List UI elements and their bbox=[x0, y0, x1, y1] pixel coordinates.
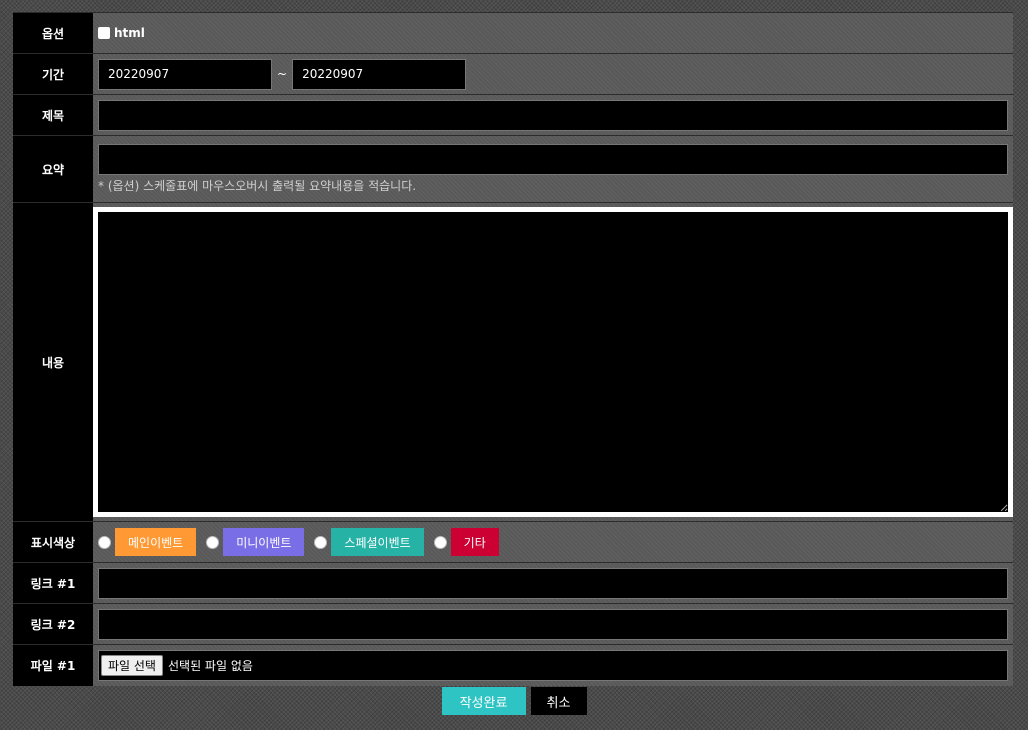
radio-mini-event[interactable] bbox=[206, 535, 220, 549]
period-field: ~ bbox=[93, 54, 1013, 94]
color-chip-mini-event[interactable]: 미니이벤트 bbox=[223, 528, 305, 556]
cancel-button[interactable]: 취소 bbox=[530, 687, 587, 715]
summary-note: * (옵션) 스케줄표에 마우스오버시 출력될 요약내용을 적습니다. bbox=[98, 179, 417, 193]
title-label: 제목 bbox=[13, 95, 93, 135]
radio-main-event[interactable] bbox=[98, 535, 111, 549]
file1-label: 파일 #1 bbox=[13, 645, 93, 686]
end-date-input[interactable] bbox=[292, 58, 467, 90]
file-select-button[interactable]: 파일 선택 bbox=[101, 655, 163, 676]
link2-row: 링크 #2 bbox=[13, 604, 1013, 645]
link1-field bbox=[93, 563, 1013, 603]
content-field bbox=[93, 203, 1013, 521]
display-color-row: 표시색상 메인이벤트 미니이벤트 스페셜이벤트 기타 bbox=[13, 522, 1013, 563]
title-field bbox=[93, 95, 1013, 135]
period-separator: ~ bbox=[277, 67, 288, 81]
file1-input[interactable]: 파일 선택 선택된 파일 없음 bbox=[98, 650, 1008, 681]
option-label: 옵션 bbox=[13, 13, 93, 53]
radio-special-event[interactable] bbox=[314, 535, 328, 549]
summary-field: * (옵션) 스케줄표에 마우스오버시 출력될 요약내용을 적습니다. bbox=[93, 136, 1013, 202]
period-label: 기간 bbox=[13, 54, 93, 94]
form-buttons: 작성완료 취소 bbox=[0, 687, 1028, 715]
color-chip-special-event[interactable]: 스페셜이벤트 bbox=[331, 528, 424, 556]
link1-label: 링크 #1 bbox=[13, 563, 93, 603]
title-row: 제목 bbox=[13, 95, 1013, 136]
display-color-field: 메인이벤트 미니이벤트 스페셜이벤트 기타 bbox=[93, 522, 1013, 562]
content-label: 내용 bbox=[13, 203, 93, 521]
summary-column: * (옵션) 스케줄표에 마우스오버시 출력될 요약내용을 적습니다. bbox=[98, 144, 1008, 194]
link2-field bbox=[93, 604, 1013, 644]
summary-row: 요약 * (옵션) 스케줄표에 마우스오버시 출력될 요약내용을 적습니다. bbox=[13, 136, 1013, 203]
html-checkbox[interactable] bbox=[98, 27, 110, 39]
summary-label: 요약 bbox=[13, 136, 93, 202]
html-checkbox-label[interactable]: html bbox=[114, 26, 145, 40]
summary-input[interactable] bbox=[98, 144, 1008, 175]
radio-etc[interactable] bbox=[433, 535, 447, 549]
submit-button[interactable]: 작성완료 bbox=[441, 687, 526, 715]
file-status-text: 선택된 파일 없음 bbox=[167, 659, 253, 673]
option-field: html bbox=[93, 13, 1013, 53]
file1-row: 파일 #1 파일 선택 선택된 파일 없음 bbox=[13, 645, 1013, 686]
start-date-input[interactable] bbox=[98, 58, 272, 90]
content-textarea[interactable] bbox=[93, 207, 1013, 517]
file1-field: 파일 선택 선택된 파일 없음 bbox=[93, 645, 1013, 686]
link2-label: 링크 #2 bbox=[13, 604, 93, 644]
link1-input[interactable] bbox=[98, 567, 1008, 599]
color-chip-etc[interactable]: 기타 bbox=[450, 528, 499, 556]
color-chip-main-event[interactable]: 메인이벤트 bbox=[115, 528, 197, 556]
option-row: 옵션 html bbox=[13, 13, 1013, 54]
link2-input[interactable] bbox=[98, 608, 1008, 640]
title-input[interactable] bbox=[98, 99, 1008, 131]
display-color-label: 표시색상 bbox=[13, 522, 93, 562]
schedule-write-form: 옵션 html 기간 ~ 제목 요약 * (옵션) 스케줄표에 마우스오버시 출… bbox=[13, 12, 1013, 686]
link1-row: 링크 #1 bbox=[13, 563, 1013, 604]
period-row: 기간 ~ bbox=[13, 54, 1013, 95]
content-row: 내용 bbox=[13, 203, 1013, 522]
